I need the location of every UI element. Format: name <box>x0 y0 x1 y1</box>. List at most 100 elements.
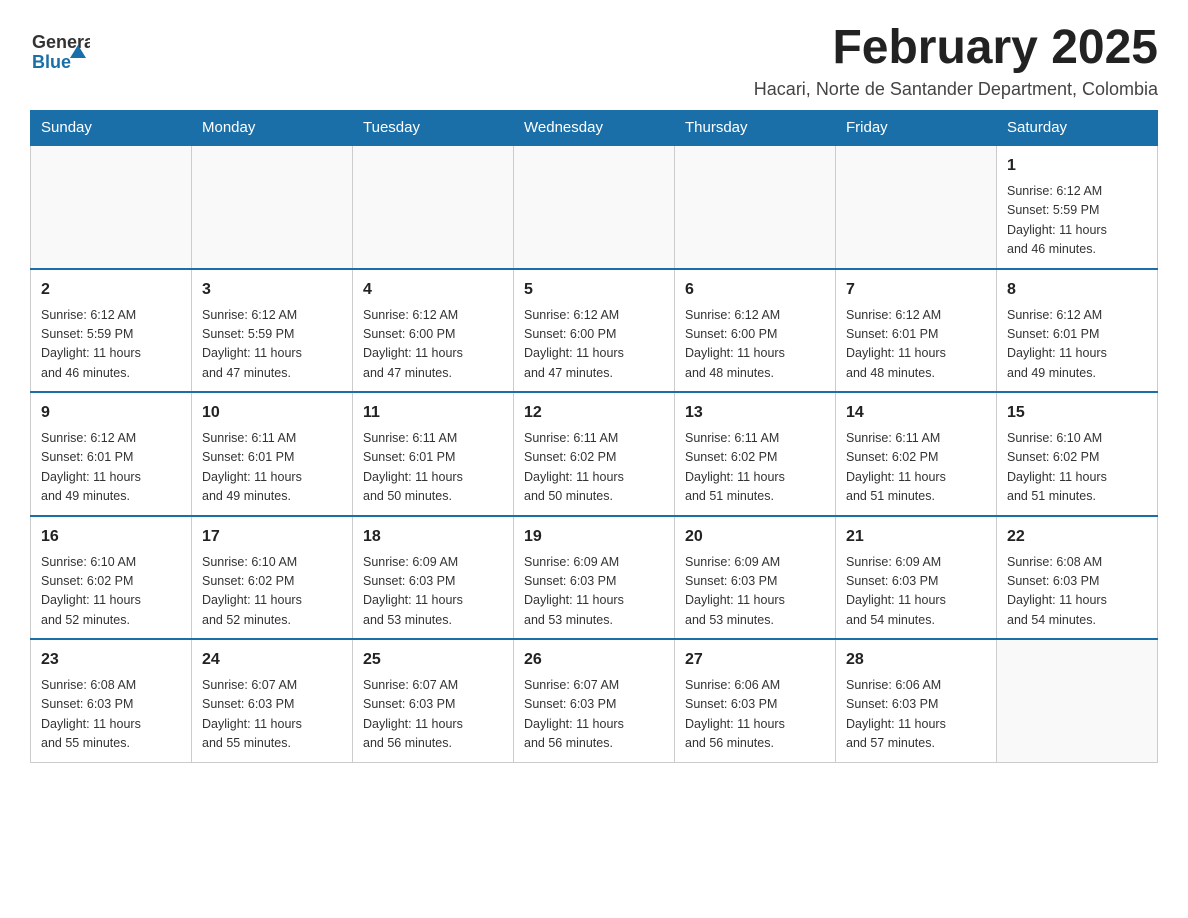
table-row: 23 Sunrise: 6:08 AMSunset: 6:03 PMDayligh… <box>31 639 192 762</box>
table-row <box>514 145 675 269</box>
day-number: 12 <box>524 401 664 425</box>
table-row: 26 Sunrise: 6:07 AMSunset: 6:03 PMDayligh… <box>514 639 675 762</box>
page-header: General Blue February 2025 Hacari, Norte… <box>30 20 1158 100</box>
day-number: 27 <box>685 648 825 672</box>
col-sunday: Sunday <box>31 111 192 146</box>
day-info: Sunrise: 6:11 AMSunset: 6:02 PMDaylight:… <box>524 429 664 507</box>
table-row: 13 Sunrise: 6:11 AMSunset: 6:02 PMDayligh… <box>675 392 836 516</box>
month-title: February 2025 <box>754 20 1158 75</box>
table-row: 8Sunrise: 6:12 AMSunset: 6:01 PMDaylight… <box>997 269 1158 393</box>
table-row: 3 Sunrise: 6:12 AMSunset: 5:59 PMDaylight… <box>192 269 353 393</box>
day-info: Sunrise: 6:06 AMSunset: 6:03 PMDaylight:… <box>846 676 986 754</box>
table-row: 5Sunrise: 6:12 AMSunset: 6:00 PMDaylight… <box>514 269 675 393</box>
table-row: 25 Sunrise: 6:07 AMSunset: 6:03 PMDayligh… <box>353 639 514 762</box>
logo: General Blue <box>30 20 90 75</box>
table-row: 4 Sunrise: 6:12 AMSunset: 6:00 PMDaylight… <box>353 269 514 393</box>
day-number: 20 <box>685 525 825 549</box>
table-row: 21 Sunrise: 6:09 AMSunset: 6:03 PMDayligh… <box>836 516 997 640</box>
day-number: 16 <box>41 525 181 549</box>
day-number: 23 <box>41 648 181 672</box>
table-row: 28 Sunrise: 6:06 AMSunset: 6:03 PMDayligh… <box>836 639 997 762</box>
table-row: 22Sunrise: 6:08 AMSunset: 6:03 PMDayligh… <box>997 516 1158 640</box>
table-row <box>836 145 997 269</box>
table-row: 12 Sunrise: 6:11 AMSunset: 6:02 PMDayligh… <box>514 392 675 516</box>
day-info: Sunrise: 6:09 AMSunset: 6:03 PMDaylight:… <box>524 553 664 631</box>
calendar-table: Sunday Monday Tuesday Wednesday Thursday… <box>30 110 1158 763</box>
day-number: 28 <box>846 648 986 672</box>
col-tuesday: Tuesday <box>353 111 514 146</box>
day-info: Sunrise: 6:06 AMSunset: 6:03 PMDaylight:… <box>685 676 825 754</box>
day-info: Sunrise: 6:12 AMSunset: 6:01 PMDaylight:… <box>846 306 986 384</box>
calendar-week-row: 2 Sunrise: 6:12 AMSunset: 5:59 PMDaylight… <box>31 269 1158 393</box>
day-info: Sunrise: 6:09 AMSunset: 6:03 PMDaylight:… <box>846 553 986 631</box>
day-number: 19 <box>524 525 664 549</box>
day-info: Sunrise: 6:12 AMSunset: 5:59 PMDaylight:… <box>202 306 342 384</box>
day-number: 4 <box>363 278 503 302</box>
calendar-header-row: Sunday Monday Tuesday Wednesday Thursday… <box>31 111 1158 146</box>
day-info: Sunrise: 6:10 AMSunset: 6:02 PMDaylight:… <box>202 553 342 631</box>
table-row: 16 Sunrise: 6:10 AMSunset: 6:02 PMDayligh… <box>31 516 192 640</box>
day-info: Sunrise: 6:07 AMSunset: 6:03 PMDaylight:… <box>363 676 503 754</box>
calendar-week-row: 23 Sunrise: 6:08 AMSunset: 6:03 PMDayligh… <box>31 639 1158 762</box>
table-row: 27 Sunrise: 6:06 AMSunset: 6:03 PMDayligh… <box>675 639 836 762</box>
svg-text:Blue: Blue <box>32 52 71 72</box>
day-number: 18 <box>363 525 503 549</box>
day-info: Sunrise: 6:08 AMSunset: 6:03 PMDaylight:… <box>41 676 181 754</box>
day-info: Sunrise: 6:10 AMSunset: 6:02 PMDaylight:… <box>41 553 181 631</box>
location-title: Hacari, Norte de Santander Department, C… <box>754 79 1158 100</box>
day-info: Sunrise: 6:09 AMSunset: 6:03 PMDaylight:… <box>363 553 503 631</box>
col-saturday: Saturday <box>997 111 1158 146</box>
table-row: 1 Sunrise: 6:12 AMSunset: 5:59 PMDaylight… <box>997 145 1158 269</box>
day-number: 13 <box>685 401 825 425</box>
day-info: Sunrise: 6:09 AMSunset: 6:03 PMDaylight:… <box>685 553 825 631</box>
table-row: 11Sunrise: 6:11 AMSunset: 6:01 PMDayligh… <box>353 392 514 516</box>
table-row: 18 Sunrise: 6:09 AMSunset: 6:03 PMDayligh… <box>353 516 514 640</box>
table-row: 14 Sunrise: 6:11 AMSunset: 6:02 PMDayligh… <box>836 392 997 516</box>
table-row <box>675 145 836 269</box>
table-row: 17Sunrise: 6:10 AMSunset: 6:02 PMDayligh… <box>192 516 353 640</box>
col-monday: Monday <box>192 111 353 146</box>
day-number: 8 <box>1007 278 1147 302</box>
calendar-week-row: 1 Sunrise: 6:12 AMSunset: 5:59 PMDaylight… <box>31 145 1158 269</box>
day-number: 15 <box>1007 401 1147 425</box>
table-row: 9Sunrise: 6:12 AMSunset: 6:01 PMDaylight… <box>31 392 192 516</box>
table-row: 15 Sunrise: 6:10 AMSunset: 6:02 PMDayligh… <box>997 392 1158 516</box>
table-row: 2 Sunrise: 6:12 AMSunset: 5:59 PMDaylight… <box>31 269 192 393</box>
day-number: 14 <box>846 401 986 425</box>
day-info: Sunrise: 6:12 AMSunset: 5:59 PMDaylight:… <box>1007 182 1147 260</box>
table-row: 19 Sunrise: 6:09 AMSunset: 6:03 PMDayligh… <box>514 516 675 640</box>
table-row: 24 Sunrise: 6:07 AMSunset: 6:03 PMDayligh… <box>192 639 353 762</box>
day-number: 10 <box>202 401 342 425</box>
day-info: Sunrise: 6:11 AMSunset: 6:02 PMDaylight:… <box>685 429 825 507</box>
day-number: 22 <box>1007 525 1147 549</box>
title-section: February 2025 Hacari, Norte de Santander… <box>754 20 1158 100</box>
day-number: 11 <box>363 401 503 425</box>
table-row <box>997 639 1158 762</box>
day-info: Sunrise: 6:07 AMSunset: 6:03 PMDaylight:… <box>524 676 664 754</box>
table-row: 6Sunrise: 6:12 AMSunset: 6:00 PMDaylight… <box>675 269 836 393</box>
day-info: Sunrise: 6:11 AMSunset: 6:02 PMDaylight:… <box>846 429 986 507</box>
table-row <box>31 145 192 269</box>
table-row: 20 Sunrise: 6:09 AMSunset: 6:03 PMDayligh… <box>675 516 836 640</box>
svg-text:General: General <box>32 32 90 52</box>
day-info: Sunrise: 6:11 AMSunset: 6:01 PMDaylight:… <box>202 429 342 507</box>
day-number: 1 <box>1007 154 1147 178</box>
day-number: 7 <box>846 278 986 302</box>
day-info: Sunrise: 6:10 AMSunset: 6:02 PMDaylight:… <box>1007 429 1147 507</box>
day-number: 25 <box>363 648 503 672</box>
calendar-week-row: 16 Sunrise: 6:10 AMSunset: 6:02 PMDayligh… <box>31 516 1158 640</box>
day-number: 2 <box>41 278 181 302</box>
day-info: Sunrise: 6:07 AMSunset: 6:03 PMDaylight:… <box>202 676 342 754</box>
day-info: Sunrise: 6:12 AMSunset: 6:00 PMDaylight:… <box>524 306 664 384</box>
day-number: 24 <box>202 648 342 672</box>
col-wednesday: Wednesday <box>514 111 675 146</box>
table-row: 7 Sunrise: 6:12 AMSunset: 6:01 PMDaylight… <box>836 269 997 393</box>
col-thursday: Thursday <box>675 111 836 146</box>
table-row: 10 Sunrise: 6:11 AMSunset: 6:01 PMDayligh… <box>192 392 353 516</box>
day-number: 3 <box>202 278 342 302</box>
day-number: 26 <box>524 648 664 672</box>
day-info: Sunrise: 6:12 AMSunset: 6:00 PMDaylight:… <box>363 306 503 384</box>
day-number: 21 <box>846 525 986 549</box>
day-info: Sunrise: 6:12 AMSunset: 5:59 PMDaylight:… <box>41 306 181 384</box>
col-friday: Friday <box>836 111 997 146</box>
